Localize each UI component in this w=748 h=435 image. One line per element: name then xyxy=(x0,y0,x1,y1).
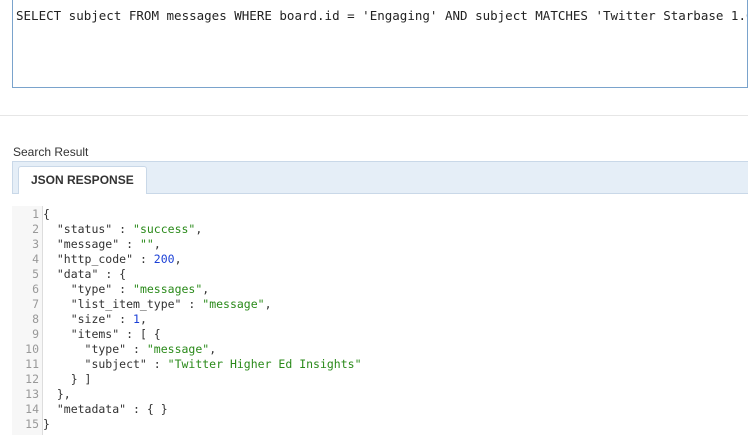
code-text: "size" : 1, xyxy=(43,312,147,327)
code-token: : xyxy=(126,342,147,356)
code-text: "list_item_type" : "message", xyxy=(43,297,272,312)
query-tool: SELECT subject FROM messages WHERE board… xyxy=(0,0,748,435)
code-text: "message" : "", xyxy=(43,237,161,252)
code-text: "data" : { xyxy=(43,267,126,282)
code-line: 7 "list_item_type" : "message", xyxy=(12,297,748,312)
line-number: 10 xyxy=(25,342,39,356)
line-number: 14 xyxy=(25,402,39,416)
code-token: : [ { xyxy=(119,327,161,341)
line-number: 3 xyxy=(32,237,39,251)
code-line: 14 "metadata" : { } xyxy=(12,402,748,417)
code-token: "items" xyxy=(43,327,120,341)
code-token: , xyxy=(139,312,147,326)
code-token: "size" xyxy=(43,312,113,326)
code-token: } xyxy=(43,417,50,431)
search-result-label: Search Result xyxy=(13,145,89,159)
line-number: 7 xyxy=(32,297,39,311)
code-token: } ] xyxy=(43,372,92,386)
code-line: 11 "subject" : "Twitter Higher Ed Insigh… xyxy=(12,357,748,372)
code-token: , xyxy=(195,222,203,236)
result-tab-bar: JSON RESPONSE xyxy=(12,161,748,194)
code-token: "message" xyxy=(43,237,120,251)
code-token: { xyxy=(43,207,50,221)
code-text: } xyxy=(43,417,50,432)
code-line: 2 "status" : "success", xyxy=(12,222,748,237)
code-token: : xyxy=(181,297,203,311)
query-input[interactable]: SELECT subject FROM messages WHERE board… xyxy=(12,0,748,88)
code-token: : xyxy=(119,237,140,251)
code-token: "message" xyxy=(146,342,210,356)
code-token: "subject" xyxy=(43,357,147,371)
code-line: 9 "items" : [ { xyxy=(12,327,748,342)
code-token: : xyxy=(112,312,134,326)
line-number: 12 xyxy=(25,372,39,386)
code-token: "success" xyxy=(133,222,196,236)
code-text: "metadata" : { } xyxy=(43,402,168,417)
line-number: 6 xyxy=(32,282,39,296)
code-token: : xyxy=(146,357,168,371)
code-text: { xyxy=(43,207,50,222)
code-token: : xyxy=(112,222,134,236)
code-line: 12 } ] xyxy=(12,372,748,387)
code-token: 200 xyxy=(153,252,175,266)
code-token: , xyxy=(264,297,272,311)
code-token: "Twitter Higher Ed Insights" xyxy=(167,357,362,371)
code-token: , xyxy=(209,342,217,356)
code-token: , xyxy=(202,282,210,296)
line-number: 4 xyxy=(32,252,39,266)
code-line: 15} xyxy=(12,417,748,432)
code-token: , xyxy=(174,252,182,266)
line-number: 9 xyxy=(32,327,39,341)
code-token: "" xyxy=(139,237,154,251)
code-token: 1 xyxy=(133,312,140,326)
line-number: 1 xyxy=(32,207,39,221)
code-token: : xyxy=(133,252,154,266)
code-line: 10 "type" : "message", xyxy=(12,342,748,357)
code-text: "type" : "messages", xyxy=(43,282,210,297)
code-token: "metadata" xyxy=(43,402,127,416)
code-text: "http_code" : 200, xyxy=(43,252,182,267)
code-token: "message" xyxy=(202,297,265,311)
code-line: 4 "http_code" : 200, xyxy=(12,252,748,267)
code-token: : xyxy=(112,282,134,296)
divider xyxy=(0,115,748,116)
line-number: 15 xyxy=(25,417,39,431)
code-token: "messages" xyxy=(133,282,203,296)
line-number: 11 xyxy=(25,357,39,371)
code-text: "status" : "success", xyxy=(43,222,202,237)
line-number: 8 xyxy=(32,312,39,326)
code-token: , xyxy=(153,237,161,251)
code-line: 8 "size" : 1, xyxy=(12,312,748,327)
code-line: 5 "data" : { xyxy=(12,267,748,282)
code-token: "data" xyxy=(43,267,99,281)
tab-json-response[interactable]: JSON RESPONSE xyxy=(18,166,147,194)
code-line: 13 }, xyxy=(12,387,748,402)
code-token: "status" xyxy=(43,222,113,236)
code-token: }, xyxy=(43,387,71,401)
code-text: "type" : "message", xyxy=(43,342,217,357)
line-number: 5 xyxy=(32,267,39,281)
code-token: "list_item_type" xyxy=(43,297,182,311)
code-line: 6 "type" : "messages", xyxy=(12,282,748,297)
code-token: "type" xyxy=(43,282,113,296)
code-text: }, xyxy=(43,387,71,402)
code-line: 1{ xyxy=(12,207,748,222)
code-token: "http_code" xyxy=(43,252,134,266)
line-number: 2 xyxy=(32,222,39,236)
code-line: 3 "message" : "", xyxy=(12,237,748,252)
code-token: "type" xyxy=(43,342,127,356)
code-token: : { xyxy=(98,267,127,281)
code-text: } ] xyxy=(43,372,92,387)
code-text: "subject" : "Twitter Higher Ed Insights" xyxy=(43,357,362,372)
json-response-viewer: 1{2 "status" : "success", 3 "message" : "… xyxy=(12,206,748,435)
code-text: "items" : [ { xyxy=(43,327,161,342)
line-number: 13 xyxy=(25,387,39,401)
code-token: : { } xyxy=(126,402,168,416)
